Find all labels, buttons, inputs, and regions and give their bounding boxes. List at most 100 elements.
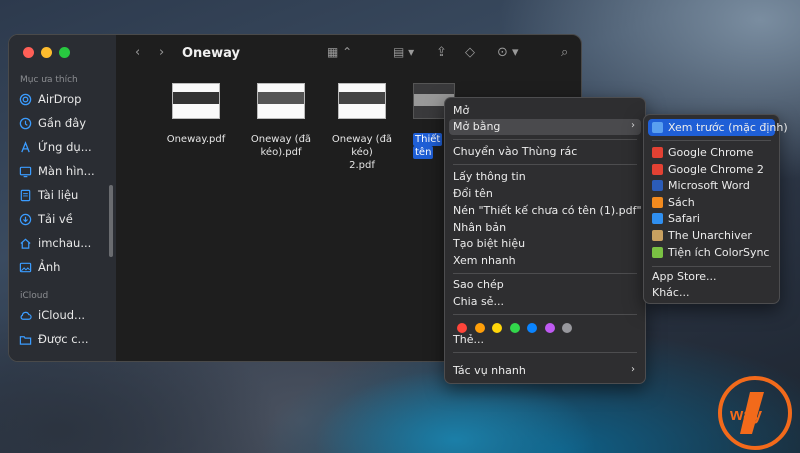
tag-color-dot[interactable]: [457, 323, 467, 333]
tag-color-dot[interactable]: [562, 323, 572, 333]
file-name-line: Thiết: [413, 133, 443, 146]
group-icon[interactable]: ▤ ▾: [393, 45, 414, 59]
file-name: Oneway.pdf: [166, 134, 226, 145]
menu-item-make-alias[interactable]: Tạo biệt hiệu: [453, 237, 525, 250]
share-icon[interactable]: ⇪: [436, 45, 447, 60]
submenu-item-app[interactable]: Sách: [652, 196, 695, 209]
sidebar-item-label: AirDrop: [38, 92, 82, 106]
menu-separator: [453, 352, 637, 353]
menu-item-open-with[interactable]: Mở bằng: [453, 120, 500, 133]
menu-item-tags[interactable]: Thẻ...: [453, 333, 484, 346]
pdf-thumbnail: [257, 83, 305, 119]
sidebar-item-desktop[interactable]: Màn hìn...: [19, 164, 95, 178]
sidebar-item-recents[interactable]: Gần đây: [19, 116, 86, 130]
submenu-item-label: Google Chrome: [668, 146, 754, 159]
submenu-item-app[interactable]: The Unarchiver: [652, 229, 752, 242]
context-menu: Mở Mở bằng › Chuyển vào Thùng rác Lấy th…: [444, 97, 646, 384]
submenu-item-other[interactable]: Khác...: [652, 286, 689, 299]
sidebar-item-documents[interactable]: Tài liệu: [19, 188, 78, 202]
tag-color-dot[interactable]: [492, 323, 502, 333]
submenu-item-preview[interactable]: Xem trước (mặc định): [652, 121, 788, 134]
submenu-item-label: The Unarchiver: [668, 229, 752, 242]
app-icon: [652, 196, 663, 208]
file-item[interactable]: Oneway (đã kéo) 2.pdf: [323, 83, 401, 172]
preview-app-icon: [652, 122, 663, 133]
logo-text: way: [729, 405, 763, 424]
submenu-item-app[interactable]: Safari: [652, 212, 700, 225]
sidebar-item-applications[interactable]: Ứng dụ...: [19, 140, 92, 154]
file-item[interactable]: Oneway (đã kéo).pdf: [242, 83, 320, 159]
window-title: Oneway: [182, 46, 240, 61]
tag-color-dot[interactable]: [544, 323, 555, 333]
sidebar-item-label: iCloud...: [38, 308, 86, 322]
search-icon[interactable]: ⌕: [561, 45, 568, 60]
menu-item-rename[interactable]: Đổi tên: [453, 187, 493, 200]
submenu-item-app[interactable]: Tiện ích ColorSync: [652, 246, 769, 259]
menu-item-compress[interactable]: Nén "Thiết kế chưa có tên (1).pdf": [453, 204, 642, 217]
sidebar-item-home[interactable]: imchau...: [19, 236, 91, 250]
pdf-thumbnail: [338, 83, 386, 119]
more-actions-icon[interactable]: ⊙ ▾: [497, 45, 519, 60]
sidebar-item-label: imchau...: [38, 236, 92, 250]
app-icon: [652, 246, 663, 258]
submenu-item-app-store[interactable]: App Store...: [652, 270, 717, 283]
tag-color-dot[interactable]: [527, 323, 537, 333]
submenu-item-app[interactable]: Google Chrome 2: [652, 163, 764, 176]
tag-color-dot[interactable]: [509, 323, 520, 333]
home-icon: [20, 238, 31, 249]
close-button[interactable]: [23, 47, 34, 58]
pdf-thumbnail: [172, 83, 220, 119]
logo-mark: way: [729, 392, 764, 434]
icloud-icon: [20, 311, 32, 320]
file-name-line: Oneway (đã kéo): [331, 134, 393, 158]
sidebar-section-favorites: Mục ưa thích: [20, 75, 78, 85]
sidebar-section-icloud: iCloud: [20, 291, 49, 301]
submenu-item-app[interactable]: Microsoft Word: [652, 179, 750, 192]
sidebar-item-label: Tải về: [38, 212, 73, 226]
sidebar-item-photos[interactable]: Ảnh: [19, 260, 60, 274]
shared-folder-icon: [19, 335, 32, 345]
submenu-item-app[interactable]: Google Chrome: [652, 146, 753, 159]
file-name-line: 2.pdf: [349, 160, 375, 171]
menu-separator: [453, 273, 637, 274]
sidebar-item-shared[interactable]: Được c...: [19, 332, 89, 346]
menu-item-quick-actions[interactable]: Tác vụ nhanh: [453, 364, 526, 377]
menu-item-open[interactable]: Mở: [453, 104, 469, 117]
submenu-item-label: Xem trước (mặc định): [668, 121, 788, 134]
submenu-item-label: Google Chrome 2: [668, 162, 764, 176]
back-chevron-icon[interactable]: ‹: [135, 45, 140, 60]
file-item[interactable]: Oneway.pdf: [157, 83, 235, 146]
tag-color-dot[interactable]: [474, 323, 485, 333]
desktop-icon: [19, 166, 32, 177]
minimize-button[interactable]: [41, 47, 52, 58]
sidebar: Mục ưa thích AirDrop Gần đây Ứng dụ... M…: [9, 35, 116, 361]
app-icon: [652, 213, 663, 225]
sidebar-scrollbar[interactable]: [109, 185, 113, 257]
menu-item-share[interactable]: Chia sẻ...: [453, 295, 504, 308]
menu-item-copy[interactable]: Sao chép: [453, 278, 504, 291]
forward-chevron-icon[interactable]: ›: [159, 45, 164, 60]
menu-item-get-info[interactable]: Lấy thông tin: [453, 170, 526, 183]
menu-separator: [652, 266, 771, 267]
chevron-right-icon: ›: [631, 120, 635, 131]
sidebar-item-label: Được c...: [38, 332, 89, 346]
menu-item-move-to-trash[interactable]: Chuyển vào Thùng rác: [453, 145, 577, 158]
sidebar-item-icloud-drive[interactable]: iCloud...: [19, 308, 85, 322]
oneway-logo: way: [718, 376, 792, 450]
menu-item-quick-look[interactable]: Xem nhanh: [453, 254, 516, 267]
menu-separator: [453, 314, 637, 315]
photos-icon: [19, 262, 32, 272]
menu-item-duplicate[interactable]: Nhân bản: [453, 221, 506, 234]
view-grid-icon[interactable]: ▦ ⌃: [327, 45, 352, 59]
file-name-line: tên: [413, 146, 434, 159]
sidebar-item-downloads[interactable]: Tải về: [19, 212, 73, 226]
zoom-button[interactable]: [59, 47, 70, 58]
submenu-item-label: Microsoft Word: [668, 179, 750, 193]
window-controls: [23, 47, 70, 58]
menu-separator: [652, 140, 771, 141]
airdrop-icon: [19, 93, 32, 105]
tag-icon[interactable]: ◇: [465, 45, 475, 60]
app-icon: [652, 163, 663, 175]
sidebar-item-airdrop[interactable]: AirDrop: [19, 92, 81, 106]
sidebar-item-label: Ảnh: [38, 260, 61, 274]
